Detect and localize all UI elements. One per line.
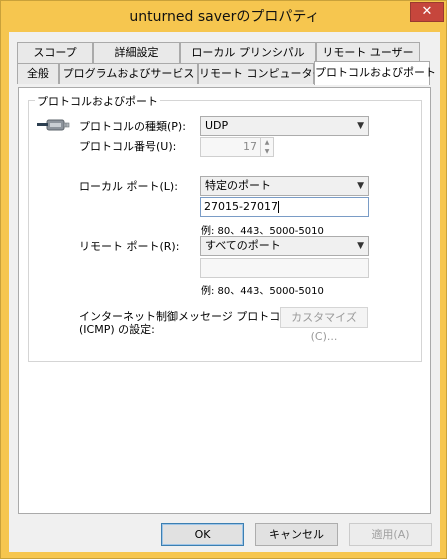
properties-window: unturned saverのプロパティ ✕ スコープ 詳細設定 ローカル プリ… (0, 0, 447, 559)
apply-button[interactable]: 適用(A) (349, 523, 432, 546)
local-port-input[interactable]: 27015-27017 (200, 197, 369, 217)
icmp-settings-label-line2: (ICMP) の設定: (79, 323, 155, 336)
window-title: unturned saverのプロパティ (129, 9, 320, 25)
chevron-down-icon: ▼ (357, 121, 364, 131)
protocol-type-value: UDP (205, 119, 229, 132)
tab-general[interactable]: 全般 (17, 63, 59, 84)
protocol-type-label: プロトコルの種類(P): (79, 120, 186, 133)
network-cable-icon (37, 119, 70, 131)
tab-panel-protocols-ports: プロトコルおよびポート プロトコルの種類(P): UDP ▼ プロトコル番号(U… (18, 87, 431, 514)
remote-port-example: 例: 80、443、5000-5010 (201, 286, 324, 297)
protocol-number-value: 17 (243, 140, 257, 153)
local-port-select[interactable]: 特定のポート ▼ (200, 176, 369, 196)
spin-arrows-icon[interactable]: ▲ ▼ (260, 138, 273, 156)
cancel-button[interactable]: キャンセル (255, 523, 338, 546)
local-port-example: 例: 80、443、5000-5010 (201, 226, 324, 237)
tab-advanced[interactable]: 詳細設定 (93, 42, 180, 63)
chevron-down-icon: ▼ (357, 241, 364, 251)
group-legend: プロトコルおよびポート (35, 93, 160, 109)
protocol-number-stepper[interactable]: 17 ▲ ▼ (200, 137, 274, 157)
tab-scope[interactable]: スコープ (17, 42, 93, 63)
protocol-number-label: プロトコル番号(U): (79, 140, 177, 153)
local-port-label: ローカル ポート(L): (79, 180, 178, 193)
protocols-ports-group: プロトコルおよびポート プロトコルの種類(P): UDP ▼ プロトコル番号(U… (28, 93, 422, 362)
tab-protocols-ports[interactable]: プロトコルおよびポート (314, 61, 436, 85)
text-caret (277, 201, 279, 213)
tab-local-principals[interactable]: ローカル プリンシパル (180, 42, 316, 63)
tab-remote-computers[interactable]: リモート コンピューター (198, 63, 324, 84)
protocol-type-select[interactable]: UDP ▼ (200, 116, 369, 136)
local-port-input-value: 27015-27017 (204, 200, 278, 213)
close-button[interactable]: ✕ (410, 2, 444, 22)
remote-port-input[interactable] (200, 258, 369, 278)
dialog-client-area: スコープ 詳細設定 ローカル プリンシパル リモート ユーザー 全般 プログラム… (9, 32, 440, 552)
remote-port-select[interactable]: すべてのポート ▼ (200, 236, 369, 256)
tab-remote-users[interactable]: リモート ユーザー (316, 42, 420, 63)
remote-port-label: リモート ポート(R): (79, 240, 180, 253)
local-port-select-value: 特定のポート (205, 179, 271, 192)
tab-programs-services[interactable]: プログラムおよびサービス (59, 63, 198, 84)
remote-port-select-value: すべてのポート (205, 239, 281, 252)
chevron-down-icon: ▼ (357, 181, 364, 191)
ok-button[interactable]: OK (161, 523, 244, 546)
customize-icmp-button[interactable]: カスタマイズ(C)... (280, 307, 368, 343)
